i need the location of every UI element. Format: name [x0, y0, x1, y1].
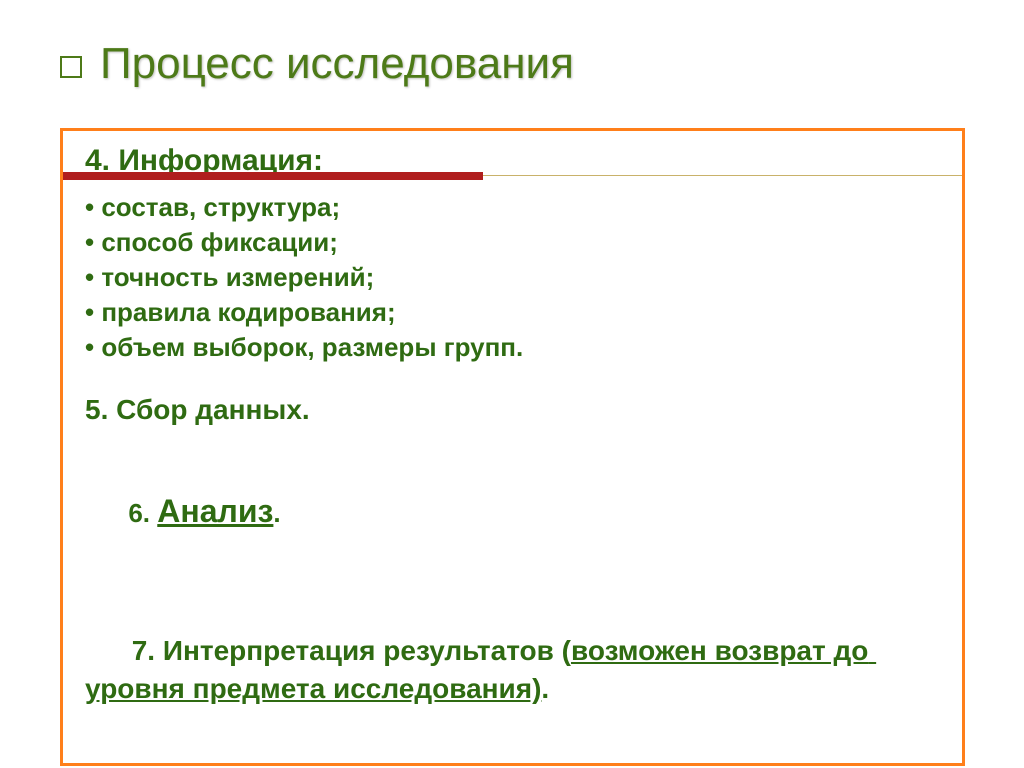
spacer: [85, 568, 940, 594]
section-7: 7. Интерпретация результатов (возможен в…: [85, 594, 940, 745]
content-box: 4. Информация: состав, структура; способ…: [60, 128, 965, 766]
section-7-post: .: [541, 673, 549, 704]
section-6: 6. Анализ.: [85, 455, 940, 568]
square-bullet-icon: [60, 56, 82, 78]
slide: Процесс исследования 4. Информация: сост…: [0, 0, 1024, 768]
spacer: [85, 365, 940, 391]
bullet-item: объем выборок, размеры групп.: [85, 330, 940, 365]
section-6-number: 6.: [128, 498, 157, 528]
red-underline-bar: [63, 172, 483, 180]
thin-underline: [483, 175, 962, 177]
slide-title: Процесс исследования: [100, 40, 574, 88]
bullet-item: способ фиксации;: [85, 225, 940, 260]
bullet-item: правила кодирования;: [85, 295, 940, 330]
title-row: Процесс исследования: [60, 40, 984, 88]
section-7-pre: 7. Интерпретация результатов (: [132, 635, 571, 666]
section-6-word: Анализ: [157, 493, 273, 529]
section-5: 5. Сбор данных.: [85, 391, 940, 429]
bullet-item: состав, структура;: [85, 190, 940, 225]
bullet-item: точность измерений;: [85, 260, 940, 295]
section-6-tail: .: [273, 498, 280, 528]
spacer: [85, 429, 940, 455]
